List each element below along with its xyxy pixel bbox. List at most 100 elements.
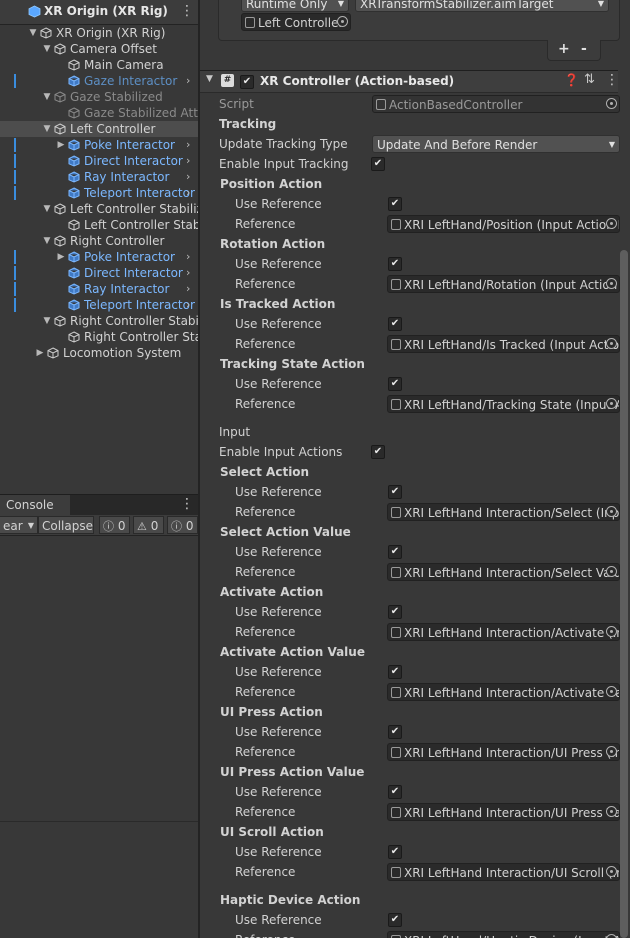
hierarchy-row[interactable]: Teleport Interactor ›: [0, 297, 198, 313]
hierarchy-row[interactable]: Gaze Stabilized Attach: [0, 105, 198, 121]
hierarchy-row[interactable]: Main Camera: [0, 57, 198, 73]
tracking-action-1-use-reference-checkbox[interactable]: ✔: [388, 257, 402, 271]
input-action-5-reference-field[interactable]: XRI LeftHand Interaction/UI Press Value …: [387, 803, 620, 821]
input-action-2-use-reference-checkbox[interactable]: ✔: [388, 605, 402, 619]
method-dropdown[interactable]: XRTransformStabilizer.aimTarget ▼: [355, 0, 609, 12]
remove-button[interactable]: -: [581, 41, 587, 57]
open-prefab-chevron-icon[interactable]: ›: [186, 73, 190, 89]
object-picker-icon[interactable]: [606, 338, 617, 349]
collapsed-arrow-icon[interactable]: ▶: [56, 249, 66, 265]
hierarchy-row[interactable]: ▼ Left Controller: [0, 121, 198, 137]
expanded-arrow-icon[interactable]: ▼: [42, 121, 52, 137]
hierarchy-row[interactable]: Left Controller Stabilized Attach: [0, 217, 198, 233]
input-action-4-reference-field[interactable]: XRI LeftHand Interaction/UI Press (Input…: [387, 743, 620, 761]
hierarchy-row[interactable]: Gaze Interactor ›: [0, 73, 198, 89]
hierarchy-row[interactable]: ▼ Gaze Stabilized: [0, 89, 198, 105]
hierarchy-row[interactable]: Ray Interactor ›: [0, 281, 198, 297]
inspector-scrollbar[interactable]: [620, 250, 628, 938]
tab-console[interactable]: Console: [0, 495, 70, 515]
clear-button[interactable]: ear ▼: [0, 516, 38, 534]
kebab-menu-icon[interactable]: ⋮: [180, 3, 194, 19]
hierarchy-row[interactable]: Teleport Interactor ›: [0, 185, 198, 201]
expanded-arrow-icon[interactable]: ▼: [42, 233, 52, 249]
expanded-arrow-icon[interactable]: ▼: [28, 25, 38, 41]
collapse-button[interactable]: Collapse: [38, 516, 94, 534]
warning-toggle[interactable]: ⚠ 0: [133, 516, 164, 534]
object-picker-icon[interactable]: [606, 506, 617, 517]
haptic-action-use-reference-checkbox[interactable]: ✔: [388, 913, 402, 927]
hierarchy-row[interactable]: ▶ Poke Interactor ›: [0, 249, 198, 265]
tracking-action-2-use-reference-checkbox[interactable]: ✔: [388, 317, 402, 331]
expanded-arrow-icon[interactable]: ▼: [42, 201, 52, 217]
console-menu-icon[interactable]: ⋮: [180, 496, 194, 512]
hierarchy-row[interactable]: ▶ Locomotion System: [0, 345, 198, 361]
tracking-action-1-reference-field[interactable]: XRI LeftHand/Rotation (Input Action Refe…: [387, 275, 620, 293]
collapsed-arrow-icon[interactable]: ▶: [35, 345, 45, 361]
input-action-0-reference-field[interactable]: XRI LeftHand Interaction/Select (Input A…: [387, 503, 620, 521]
object-picker-icon[interactable]: [606, 746, 617, 757]
input-action-2-reference-field[interactable]: XRI LeftHand Interaction/Activate (Input…: [387, 623, 620, 641]
input-action-3-reference-field[interactable]: XRI LeftHand Interaction/Activate Value …: [387, 683, 620, 701]
tracking-action-2-reference-field[interactable]: XRI LeftHand/Is Tracked (Input Action Re…: [387, 335, 620, 353]
open-prefab-chevron-icon[interactable]: ›: [186, 153, 190, 169]
object-picker-icon[interactable]: [337, 16, 348, 27]
haptic-action-reference-field[interactable]: XRI LeftHand/Haptic Device (Input Action…: [387, 931, 620, 938]
runtime-dropdown[interactable]: Runtime Only ▼: [241, 0, 349, 12]
collapsed-arrow-icon[interactable]: ▶: [56, 137, 66, 153]
object-picker-icon[interactable]: [606, 98, 617, 109]
hierarchy-row[interactable]: ▼ XR Origin (XR Rig): [0, 25, 198, 41]
object-field[interactable]: Left Controller: [241, 13, 351, 31]
hierarchy-row[interactable]: ▼ Right Controller Stabilized: [0, 313, 198, 329]
tracking-action-3-use-reference-checkbox[interactable]: ✔: [388, 377, 402, 391]
hierarchy-row[interactable]: ▼ Right Controller: [0, 233, 198, 249]
object-picker-icon[interactable]: [606, 218, 617, 229]
input-action-6-use-reference-checkbox[interactable]: ✔: [388, 845, 402, 859]
input-action-5-use-reference-checkbox[interactable]: ✔: [388, 785, 402, 799]
add-button[interactable]: +: [558, 41, 570, 57]
kebab-menu-icon[interactable]: ⋮: [605, 72, 619, 88]
console-log-area[interactable]: [0, 536, 198, 938]
foldout-arrow-icon[interactable]: ▼: [206, 74, 213, 84]
open-prefab-chevron-icon[interactable]: ›: [186, 169, 190, 185]
open-prefab-chevron-icon[interactable]: ›: [186, 297, 190, 313]
object-picker-icon[interactable]: [606, 806, 617, 817]
input-action-4-use-reference-checkbox[interactable]: ✔: [388, 725, 402, 739]
expanded-arrow-icon[interactable]: ▼: [42, 313, 52, 329]
hierarchy-row[interactable]: ▼ Camera Offset: [0, 41, 198, 57]
hierarchy-row[interactable]: Ray Interactor ›: [0, 169, 198, 185]
component-enabled-checkbox[interactable]: ✔: [240, 75, 254, 89]
expanded-arrow-icon[interactable]: ▼: [42, 89, 52, 105]
object-picker-icon[interactable]: [606, 278, 617, 289]
tracking-action-0-reference-field[interactable]: XRI LeftHand/Position (Input Action Refe…: [387, 215, 620, 233]
error-toggle[interactable]: ⓘ 0: [167, 516, 198, 534]
input-action-6-reference-field[interactable]: XRI LeftHand Interaction/UI Scroll (Inpu…: [387, 863, 620, 881]
update-tracking-type-dropdown[interactable]: Update And Before Render ▼: [372, 135, 620, 153]
presets-icon[interactable]: ⇅: [584, 72, 595, 87]
input-action-0-use-reference-checkbox[interactable]: ✔: [388, 485, 402, 499]
hierarchy-row[interactable]: Right Controller Stabilized Attach: [0, 329, 198, 345]
tracking-action-3-reference-field[interactable]: XRI LeftHand/Tracking State (Input Actio…: [387, 395, 620, 413]
script-field[interactable]: ActionBasedController: [372, 95, 620, 113]
object-picker-icon[interactable]: [606, 566, 617, 577]
open-prefab-chevron-icon[interactable]: ›: [186, 265, 190, 281]
hierarchy-row[interactable]: ▼ Left Controller Stabilized: [0, 201, 198, 217]
open-prefab-chevron-icon[interactable]: ›: [186, 281, 190, 297]
object-picker-icon[interactable]: [606, 626, 617, 637]
info-toggle[interactable]: ⓘ 0: [99, 516, 130, 534]
open-prefab-chevron-icon[interactable]: ›: [186, 185, 190, 201]
input-action-1-reference-field[interactable]: XRI LeftHand Interaction/Select Value (I…: [387, 563, 620, 581]
hierarchy-row[interactable]: ▶ Poke Interactor ›: [0, 137, 198, 153]
object-picker-icon[interactable]: [606, 686, 617, 697]
open-prefab-chevron-icon[interactable]: ›: [186, 249, 190, 265]
hierarchy-row[interactable]: Direct Interactor ›: [0, 265, 198, 281]
input-action-1-use-reference-checkbox[interactable]: ✔: [388, 545, 402, 559]
hierarchy-row[interactable]: Direct Interactor ›: [0, 153, 198, 169]
enable-input-tracking-checkbox[interactable]: ✔: [371, 157, 385, 171]
help-icon[interactable]: ❓: [564, 73, 579, 87]
open-prefab-chevron-icon[interactable]: ›: [186, 137, 190, 153]
enable-input-actions-checkbox[interactable]: ✔: [371, 445, 385, 459]
expanded-arrow-icon[interactable]: ▼: [42, 41, 52, 57]
object-picker-icon[interactable]: [606, 934, 617, 938]
component-header[interactable]: ▼ # ✔ XR Controller (Action-based) ❓ ⇅ ⋮: [200, 70, 619, 93]
object-picker-icon[interactable]: [606, 866, 617, 877]
